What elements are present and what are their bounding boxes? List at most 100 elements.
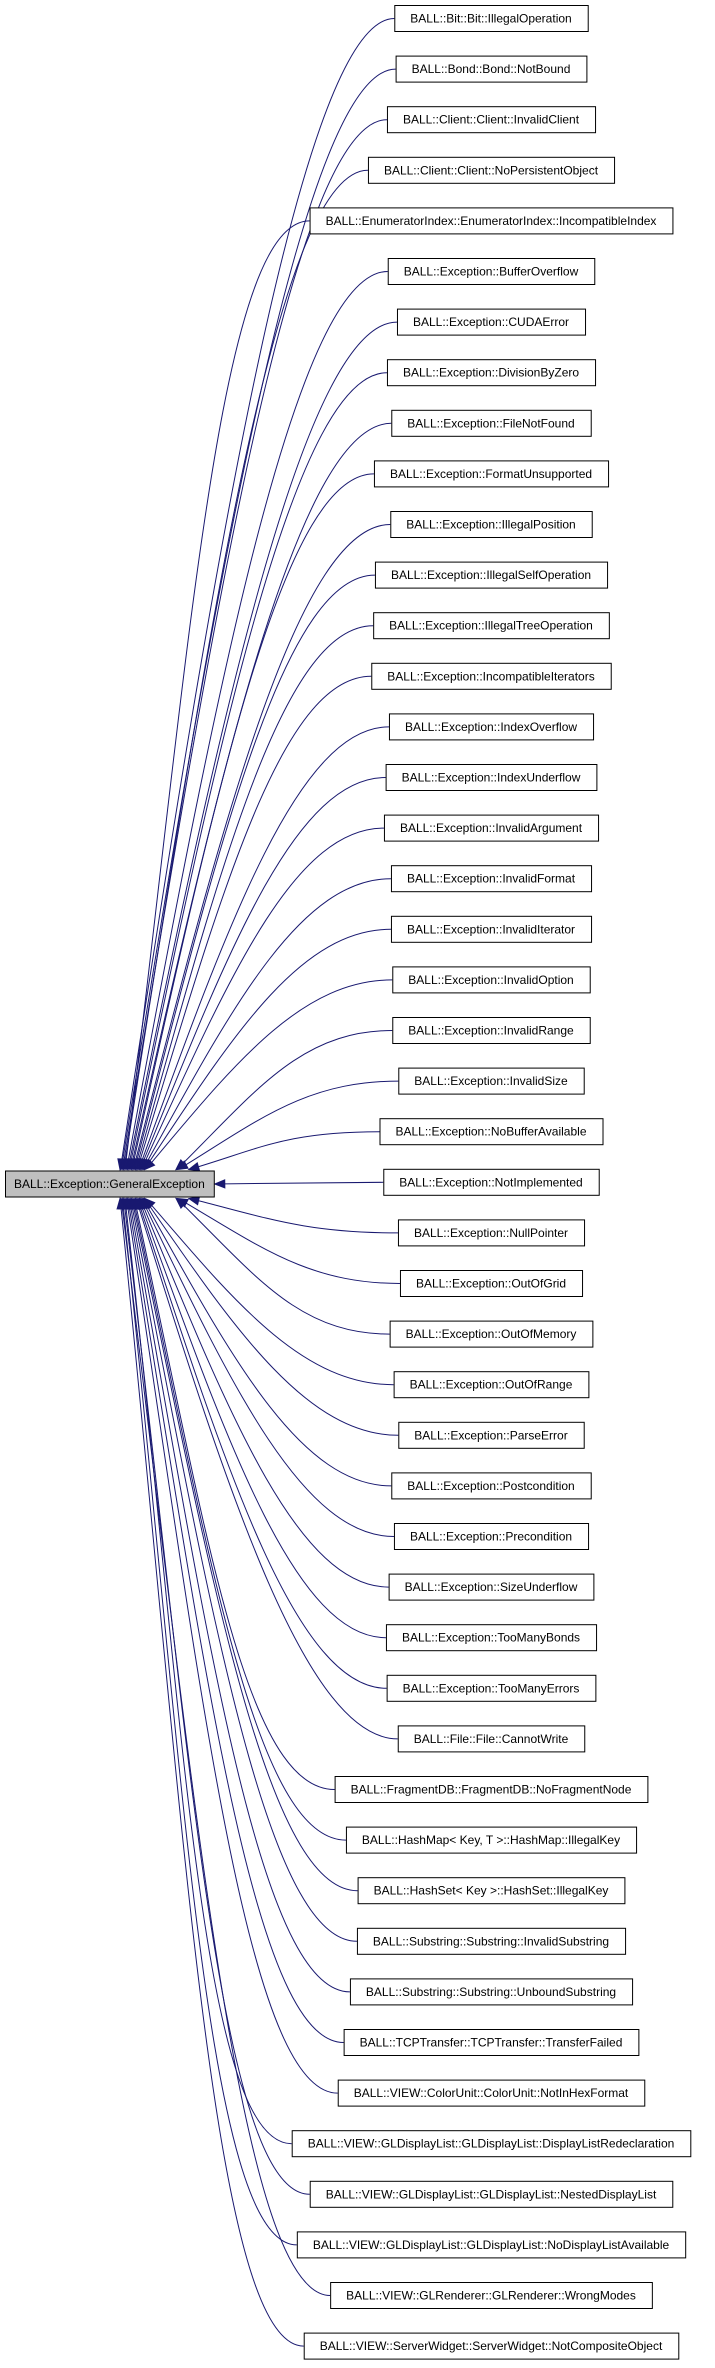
inheritance-edge xyxy=(121,18,395,1160)
class-node[interactable]: BALL::EnumeratorIndex::EnumeratorIndex::… xyxy=(309,207,674,235)
class-node-label[interactable]: BALL::Client::Client::NoPersistentObject xyxy=(384,163,599,177)
class-node[interactable]: BALL::VIEW::GLRenderer::GLRenderer::Wron… xyxy=(330,2282,653,2309)
class-node[interactable]: BALL::Exception::BufferOverflow xyxy=(387,258,596,285)
class-node-label[interactable]: BALL::Exception::InvalidFormat xyxy=(407,872,576,886)
class-node[interactable]: BALL::Exception::InvalidOption xyxy=(392,966,591,994)
class-node-label[interactable]: BALL::File::File::CannotWrite xyxy=(414,1732,569,1746)
class-node[interactable]: BALL::Bond::Bond::NotBound xyxy=(395,55,588,83)
class-node-label[interactable]: BALL::VIEW::GLDisplayList::GLDisplayList… xyxy=(326,2187,657,2201)
class-node[interactable]: BALL::VIEW::ServerWidget::ServerWidget::… xyxy=(303,2332,680,2360)
class-node-label[interactable]: BALL::Exception::InvalidSize xyxy=(414,1074,568,1088)
class-node[interactable]: BALL::Bit::Bit::IllegalOperation xyxy=(394,5,589,32)
inheritance-edge xyxy=(145,1206,394,1537)
class-node[interactable]: BALL::Exception::SizeUnderflow xyxy=(388,1573,595,1601)
class-node-label[interactable]: BALL::VIEW::GLDisplayList::GLDisplayList… xyxy=(313,2238,670,2252)
class-node[interactable]: BALL::Exception::TooManyErrors xyxy=(386,1674,597,1702)
class-node-label[interactable]: BALL::Client::Client::InvalidClient xyxy=(403,113,580,127)
class-node-label[interactable]: BALL::TCPTransfer::TCPTransfer::Transfer… xyxy=(360,2036,623,2050)
class-node[interactable]: BALL::Exception::OutOfRange xyxy=(393,1371,590,1399)
class-node-label[interactable]: BALL::Exception::InvalidIterator xyxy=(407,922,575,936)
class-node[interactable]: BALL::Exception::TooManyBonds xyxy=(385,1624,598,1652)
class-node[interactable]: BALL::Substring::Substring::InvalidSubst… xyxy=(356,1927,627,1955)
class-node[interactable]: BALL::File::File::CannotWrite xyxy=(397,1725,586,1753)
class-node[interactable]: BALL::Exception::IllegalSelfOperation xyxy=(374,561,609,589)
class-node[interactable]: BALL::VIEW::ColorUnit::ColorUnit::NotInH… xyxy=(337,2079,646,2107)
root-node-label[interactable]: BALL::Exception::GeneralException xyxy=(14,1177,205,1191)
class-node[interactable]: BALL::TCPTransfer::TCPTransfer::Transfer… xyxy=(343,2029,640,2056)
class-node-label[interactable]: BALL::Exception::Precondition xyxy=(410,1530,572,1544)
class-node[interactable]: BALL::Exception::InvalidFormat xyxy=(390,865,593,893)
class-node-label[interactable]: BALL::Exception::InvalidRange xyxy=(408,1024,574,1038)
class-node[interactable]: BALL::Exception::CUDAError xyxy=(396,308,587,336)
class-node[interactable]: BALL::Exception::IndexOverflow xyxy=(388,713,595,741)
class-node-label[interactable]: BALL::Exception::IllegalPosition xyxy=(406,518,575,532)
root-node[interactable]: BALL::Exception::GeneralException xyxy=(5,1170,215,1198)
class-node[interactable]: BALL::Exception::OutOfGrid xyxy=(399,1270,584,1297)
class-node-label[interactable]: BALL::Exception::DivisionByZero xyxy=(403,366,579,380)
class-node[interactable]: BALL::Exception::ParseError xyxy=(398,1421,585,1449)
class-node[interactable]: BALL::Exception::Postcondition xyxy=(391,1472,592,1500)
class-node-label[interactable]: BALL::Exception::IndexUnderflow xyxy=(402,771,581,785)
class-node[interactable]: BALL::Exception::InvalidIterator xyxy=(390,915,593,943)
class-node[interactable]: BALL::Client::Client::InvalidClient xyxy=(386,106,597,134)
class-node[interactable]: BALL::Exception::InvalidArgument xyxy=(383,814,600,842)
class-node[interactable]: BALL::FragmentDB::FragmentDB::NoFragment… xyxy=(334,1776,649,1803)
class-node-label[interactable]: BALL::Exception::IllegalTreeOperation xyxy=(389,619,593,633)
class-node[interactable]: BALL::VIEW::GLDisplayList::GLDisplayList… xyxy=(296,2231,687,2259)
class-node-label[interactable]: BALL::Exception::InvalidOption xyxy=(408,973,573,987)
class-node-label[interactable]: BALL::Exception::NullPointer xyxy=(414,1226,568,1240)
class-node[interactable]: BALL::Exception::OutOfMemory xyxy=(389,1320,594,1348)
class-node-label[interactable]: BALL::VIEW::GLDisplayList::GLDisplayList… xyxy=(308,2137,675,2151)
class-node[interactable]: BALL::Exception::DivisionByZero xyxy=(386,359,597,387)
class-node-label[interactable]: BALL::Exception::ParseError xyxy=(414,1428,567,1442)
class-node[interactable]: BALL::Exception::IllegalTreeOperation xyxy=(373,612,610,640)
class-node-label[interactable]: BALL::Exception::TooManyErrors xyxy=(403,1681,580,1695)
class-node-label[interactable]: BALL::Exception::OutOfRange xyxy=(410,1378,573,1392)
class-node[interactable]: BALL::Exception::NotImplemented xyxy=(383,1168,600,1196)
class-node-label[interactable]: BALL::Exception::NoBufferAvailable xyxy=(395,1125,586,1139)
class-node-label[interactable]: BALL::VIEW::ColorUnit::ColorUnit::NotInH… xyxy=(354,2086,629,2100)
class-node[interactable]: BALL::Exception::NoBufferAvailable xyxy=(379,1118,604,1146)
class-node-label[interactable]: BALL::Exception::InvalidArgument xyxy=(400,821,583,835)
class-node-label[interactable]: BALL::Substring::Substring::InvalidSubst… xyxy=(373,1934,609,1948)
class-node-label[interactable]: BALL::VIEW::GLRenderer::GLRenderer::Wron… xyxy=(346,2289,636,2303)
class-node-label[interactable]: BALL::Exception::OutOfGrid xyxy=(416,1277,566,1291)
class-node[interactable]: BALL::Exception::InvalidRange xyxy=(392,1017,591,1044)
class-node-label[interactable]: BALL::Exception::FileNotFound xyxy=(407,416,574,430)
class-node[interactable]: BALL::Exception::IllegalPosition xyxy=(390,511,593,538)
class-node-label[interactable]: BALL::Exception::TooManyBonds xyxy=(402,1631,580,1645)
class-node[interactable]: BALL::Exception::Precondition xyxy=(393,1523,590,1550)
inheritance-edge xyxy=(134,1208,346,1841)
class-node[interactable]: BALL::Client::Client::NoPersistentObject xyxy=(367,156,616,184)
class-node-label[interactable]: BALL::Exception::CUDAError xyxy=(413,315,569,329)
class-node-label[interactable]: BALL::Substring::Substring::UnboundSubst… xyxy=(366,1985,616,1999)
class-node[interactable]: BALL::Exception::NullPointer xyxy=(397,1219,586,1247)
class-node-label[interactable]: BALL::Exception::BufferOverflow xyxy=(404,265,579,279)
class-node[interactable]: BALL::Exception::FormatUnsupported xyxy=(373,460,610,488)
class-node-label[interactable]: BALL::Exception::SizeUnderflow xyxy=(405,1580,578,1594)
class-node[interactable]: BALL::Exception::IndexUnderflow xyxy=(385,764,598,791)
class-node[interactable]: BALL::Substring::Substring::UnboundSubst… xyxy=(349,1978,634,2006)
class-node-label[interactable]: BALL::HashSet< Key >::HashSet::IllegalKe… xyxy=(374,1884,609,1898)
class-node-label[interactable]: BALL::Exception::IncompatibleIterators xyxy=(387,669,594,683)
class-node[interactable]: BALL::VIEW::GLDisplayList::GLDisplayList… xyxy=(291,2130,692,2158)
class-node[interactable]: BALL::HashMap< Key, T >::HashMap::Illega… xyxy=(345,1826,638,1854)
class-node[interactable]: BALL::Exception::IncompatibleIterators xyxy=(371,662,612,690)
class-node-label[interactable]: BALL::FragmentDB::FragmentDB::NoFragment… xyxy=(351,1783,632,1797)
class-node-label[interactable]: BALL::Bond::Bond::NotBound xyxy=(412,62,571,76)
class-node[interactable]: BALL::VIEW::GLDisplayList::GLDisplayList… xyxy=(309,2180,674,2208)
class-node-label[interactable]: BALL::EnumeratorIndex::EnumeratorIndex::… xyxy=(326,214,657,228)
class-node-label[interactable]: BALL::VIEW::ServerWidget::ServerWidget::… xyxy=(320,2339,663,2353)
class-node-label[interactable]: BALL::Exception::NotImplemented xyxy=(399,1175,582,1189)
class-node-label[interactable]: BALL::Exception::IllegalSelfOperation xyxy=(391,568,591,582)
class-node-label[interactable]: BALL::Exception::OutOfMemory xyxy=(406,1327,577,1341)
class-node[interactable]: BALL::Exception::FileNotFound xyxy=(391,409,592,437)
class-node-label[interactable]: BALL::Bit::Bit::IllegalOperation xyxy=(410,12,571,26)
class-node-label[interactable]: BALL::Exception::FormatUnsupported xyxy=(390,467,592,481)
inheritance-edge xyxy=(144,827,384,1161)
class-node-label[interactable]: BALL::Exception::Postcondition xyxy=(407,1479,574,1493)
class-node[interactable]: BALL::HashSet< Key >::HashSet::IllegalKe… xyxy=(357,1877,626,1905)
class-node[interactable]: BALL::Exception::InvalidSize xyxy=(398,1067,585,1095)
class-node-label[interactable]: BALL::HashMap< Key, T >::HashMap::Illega… xyxy=(362,1833,620,1847)
class-node-label[interactable]: BALL::Exception::IndexOverflow xyxy=(405,720,577,734)
